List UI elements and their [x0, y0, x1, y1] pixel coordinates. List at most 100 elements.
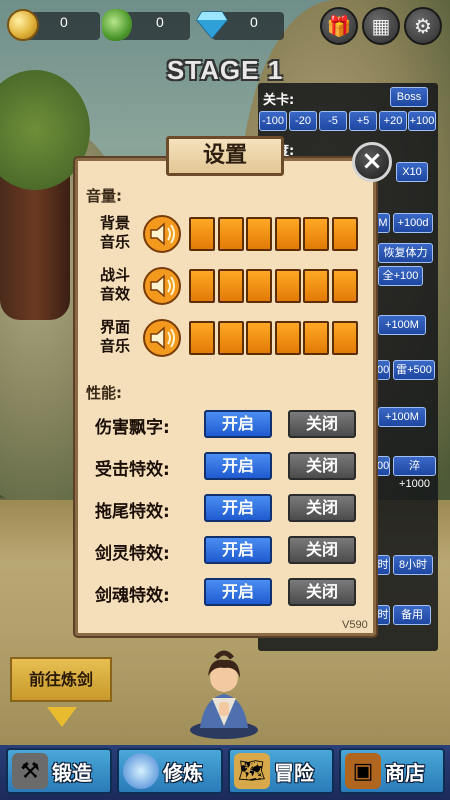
close-button[interactable]: × [352, 142, 392, 182]
ui-music-volume-label: 界面 音乐 [92, 318, 138, 356]
bgm-label-line1: 背景 [99, 214, 130, 232]
level-plus-5-button[interactable]: +5 [349, 111, 377, 131]
add-100m-button-2[interactable]: +100M [378, 407, 426, 427]
bgm-volume-bar[interactable] [303, 217, 329, 251]
add-100m-button[interactable]: +100M [378, 315, 426, 335]
eight-hours-button[interactable]: 8小时 [393, 555, 433, 575]
damage-text-label: 伤害飘字: [95, 418, 170, 438]
all-plus-100-button[interactable]: 全+100 [378, 266, 423, 286]
restore-stamina-button[interactable]: 恢复体力 [378, 243, 433, 263]
ui-label-line1: 界面 [99, 318, 130, 336]
ui-volume-bar[interactable] [246, 321, 272, 355]
add-100d-button[interactable]: +100d [393, 213, 433, 233]
map-icon: 🗺 [234, 753, 270, 789]
temper-plus-1000-button[interactable]: 淬+1000 [393, 456, 436, 490]
nav-adventure[interactable]: 🗺 冒险 [228, 748, 334, 794]
level-minus-20-button[interactable]: -20 [289, 111, 317, 131]
level-label: 关卡: [263, 93, 295, 108]
trail-effect-on-button[interactable]: 开启 [204, 494, 272, 522]
gold-coin-icon [7, 9, 39, 41]
nav-adventure-label: 冒险 [274, 760, 314, 785]
battle-label-line1: 战斗 [99, 266, 130, 284]
ui-label-line2: 音乐 [99, 337, 130, 355]
anvil-icon: ⚒ [12, 753, 48, 789]
menu-button[interactable]: ▦ [362, 7, 400, 45]
close-icon: × [361, 146, 383, 176]
hit-effect-on-button[interactable]: 开启 [204, 452, 272, 480]
orb-icon [123, 753, 159, 789]
battle-volume-bar[interactable] [189, 269, 215, 303]
bgm-label-line2: 音乐 [99, 233, 130, 251]
debug-row-e-button[interactable]: 00 [376, 360, 390, 380]
ui-volume-bar[interactable] [303, 321, 329, 355]
ui-volume-bar[interactable] [274, 321, 301, 355]
debug-row-a-button[interactable]: M [376, 213, 390, 233]
battle-volume-bar[interactable] [217, 269, 244, 303]
gold-value: 0 [60, 14, 68, 30]
sword-spirit-effect-label: 剑灵特效: [95, 544, 170, 564]
debug-row-g-button[interactable]: 00 [376, 456, 390, 476]
boss-button[interactable]: Boss [390, 87, 428, 107]
bgm-volume-bar[interactable] [189, 217, 215, 251]
bgm-volume-label: 背景 音乐 [92, 214, 138, 252]
diamond-icon [196, 10, 228, 40]
battle-volume-bar[interactable] [303, 269, 329, 303]
debug-row-i-button[interactable]: 时 [376, 605, 390, 625]
damage-text-on-button[interactable]: 开启 [204, 410, 272, 438]
bgm-volume-bar[interactable] [246, 217, 272, 251]
sword-spirit-off-button[interactable]: 关闭 [288, 536, 356, 564]
jade-icon [102, 9, 132, 41]
gift-button[interactable]: 🎁 [320, 7, 358, 45]
ui-volume-bar[interactable] [217, 321, 244, 355]
reserve-button[interactable]: 备用 [393, 605, 431, 625]
hit-effect-off-button[interactable]: 关闭 [288, 452, 356, 480]
bgm-volume-bar[interactable] [217, 217, 244, 251]
level-minus-100-button[interactable]: -100 [259, 111, 287, 131]
speed-x10-button[interactable]: X10 [396, 162, 428, 182]
trail-effect-label: 拖尾特效: [95, 502, 170, 522]
battle-volume-bar[interactable] [331, 269, 358, 303]
battle-volume-bar[interactable] [274, 269, 301, 303]
jade-value: 0 [156, 14, 164, 30]
stage-title: STAGE 1 [166, 55, 284, 85]
version-label: V590 [342, 619, 368, 631]
nav-shop-label: 商店 [385, 760, 425, 785]
ui-volume-bar[interactable] [331, 321, 358, 355]
sword-soul-on-button[interactable]: 开启 [204, 578, 272, 606]
nav-cultivate[interactable]: 修炼 [117, 748, 223, 794]
damage-text-off-button[interactable]: 关闭 [288, 410, 356, 438]
gear-icon: ⚙ [414, 14, 432, 38]
trail-effect-off-button[interactable]: 关闭 [288, 494, 356, 522]
go-forge-button[interactable]: 前往炼剑 [10, 657, 112, 702]
nav-shop[interactable]: ▣ 商店 [339, 748, 445, 794]
bgm-volume-bar[interactable] [274, 217, 301, 251]
volume-section-label: 音量: [86, 187, 122, 205]
level-plus-20-button[interactable]: +20 [379, 111, 407, 131]
settings-button[interactable]: ⚙ [404, 7, 442, 45]
sword-soul-effect-label: 剑魂特效: [95, 586, 170, 606]
sword-soul-off-button[interactable]: 关闭 [288, 578, 356, 606]
chest-icon: ▣ [345, 753, 381, 789]
sword-spirit-on-button[interactable]: 开启 [204, 536, 272, 564]
level-plus-100-button[interactable]: +100 [408, 111, 436, 131]
nav-forge-label: 锻造 [52, 760, 92, 785]
hit-effect-label: 受击特效: [95, 460, 170, 480]
battle-volume-bar[interactable] [246, 269, 272, 303]
battle-sfx-volume-label: 战斗 音效 [92, 266, 138, 304]
speaker-icon[interactable] [141, 266, 183, 306]
hero-character[interactable] [186, 648, 262, 740]
debug-row-h-button[interactable]: 时 [376, 555, 390, 575]
down-arrow-icon [47, 707, 77, 727]
battle-label-line2: 音效 [99, 285, 130, 303]
thunder-plus-500-button[interactable]: 雷+500 [393, 360, 435, 380]
ui-volume-bar[interactable] [189, 321, 215, 355]
bgm-volume-bar[interactable] [331, 217, 358, 251]
performance-section-label: 性能: [86, 384, 122, 402]
level-minus-5-button[interactable]: -5 [319, 111, 347, 131]
speaker-icon[interactable] [141, 318, 183, 358]
nav-forge[interactable]: ⚒ 锻造 [6, 748, 112, 794]
grid-icon: ▦ [371, 14, 391, 38]
dialog-title: 设置 [166, 136, 284, 176]
speaker-icon[interactable] [141, 214, 183, 254]
gift-icon: 🎁 [326, 14, 352, 38]
